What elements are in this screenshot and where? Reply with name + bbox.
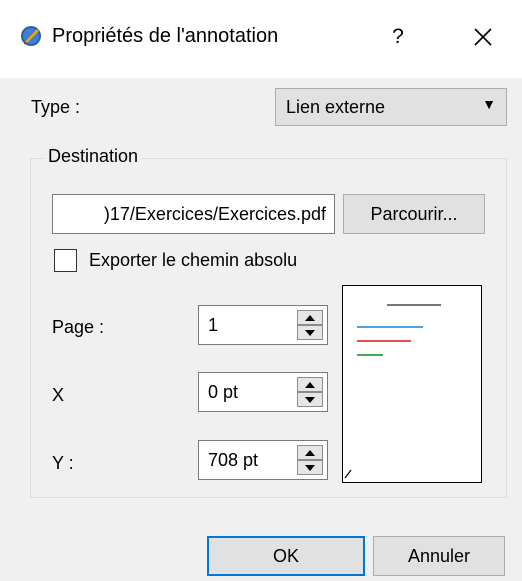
browse-button[interactable]: Parcourir... <box>343 194 485 234</box>
destination-group-title: Destination <box>44 146 143 167</box>
type-select-value: Lien externe <box>286 97 386 117</box>
x-spinbox[interactable]: 0 pt <box>198 372 328 412</box>
x-increment-button[interactable] <box>297 377 323 392</box>
close-icon <box>474 28 492 46</box>
y-value: 708 pt <box>208 450 259 470</box>
dialog-title: Propriétés de l'annotation <box>52 25 279 47</box>
x-value: 0 pt <box>208 382 239 402</box>
ok-button[interactable]: OK <box>207 536 365 576</box>
path-input[interactable]: )17/Exercices/Exercices.pdf <box>52 194 335 234</box>
y-spinbox[interactable]: 708 pt <box>198 440 328 480</box>
preview-line-green <box>357 354 383 356</box>
cancel-button[interactable]: Annuler <box>373 536 505 576</box>
page-spinbox[interactable]: 1 <box>198 305 328 345</box>
page-increment-button[interactable] <box>297 310 323 325</box>
arrow-down-icon <box>305 396 315 403</box>
x-decrement-button[interactable] <box>297 392 323 407</box>
arrow-down-icon <box>305 464 315 471</box>
export-absolute-checkbox[interactable] <box>54 249 77 272</box>
page-preview[interactable] <box>342 285 482 483</box>
path-input-value: )17/Exercices/Exercices.pdf <box>103 204 326 224</box>
page-value: 1 <box>208 315 219 335</box>
resize-corner-icon <box>344 469 352 479</box>
y-increment-button[interactable] <box>297 445 323 460</box>
page-decrement-button[interactable] <box>297 325 323 340</box>
app-logo-icon <box>21 26 41 46</box>
y-decrement-button[interactable] <box>297 460 323 475</box>
chevron-down-icon: ▼ <box>482 96 496 112</box>
x-label: X <box>52 385 65 405</box>
type-select[interactable]: Lien externe ▼ <box>275 88 507 126</box>
type-label: Type : <box>31 97 81 117</box>
help-button[interactable]: ? <box>383 22 413 52</box>
arrow-up-icon <box>305 381 315 388</box>
page-label: Page : <box>52 317 105 337</box>
close-button[interactable] <box>466 20 500 54</box>
preview-title-line <box>387 304 441 306</box>
preview-line-blue <box>357 326 423 328</box>
arrow-up-icon <box>305 314 315 321</box>
arrow-down-icon <box>305 329 315 336</box>
preview-line-red <box>357 340 411 342</box>
export-absolute-label: Exporter le chemin absolu <box>89 250 298 270</box>
arrow-up-icon <box>305 449 315 456</box>
y-label: Y : <box>52 453 74 473</box>
